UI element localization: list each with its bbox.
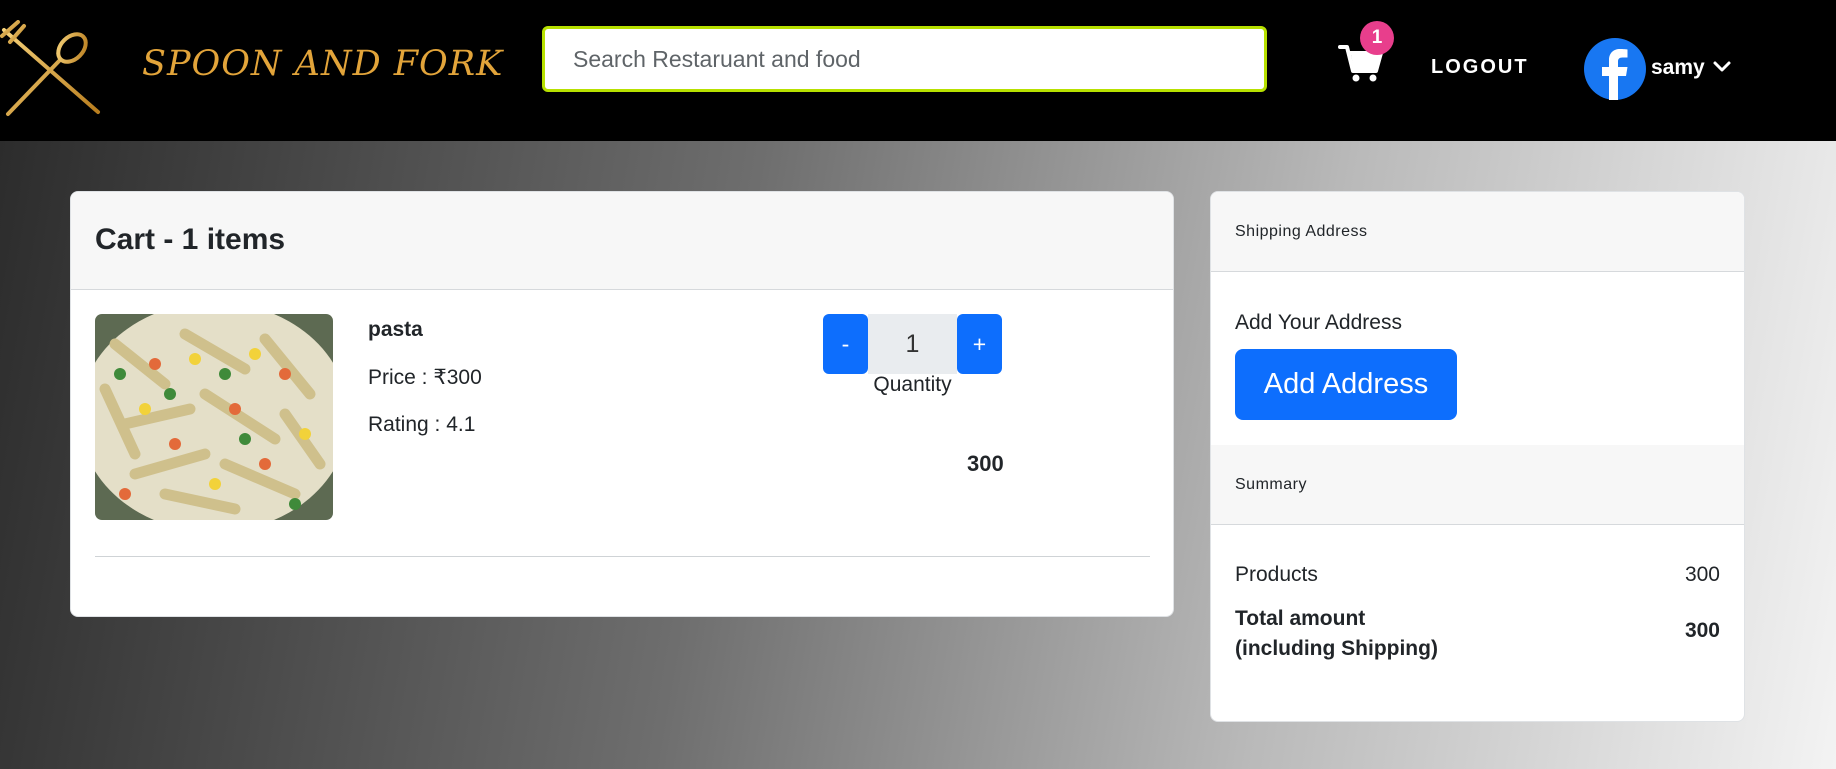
add-address-label: Add Your Address <box>1235 311 1402 334</box>
chevron-down-icon[interactable] <box>1711 58 1733 76</box>
product-price: Price : ₹300 <box>368 366 482 389</box>
total-amount-value: 300 <box>1684 619 1720 642</box>
shipping-address-header: Shipping Address <box>1211 192 1744 272</box>
decrease-quantity-button[interactable]: - <box>823 314 868 374</box>
checkout-panel: Shipping Address Add Your Address Add Ad… <box>1210 191 1745 722</box>
products-value: 300 <box>1684 563 1720 586</box>
quantity-label: Quantity <box>873 373 952 396</box>
divider <box>95 556 1150 557</box>
facebook-icon[interactable] <box>1584 38 1646 100</box>
cart-count-badge: 1 <box>1360 21 1394 55</box>
top-navbar: SPOON AND FORK 1 LOGOUT samy <box>0 0 1836 141</box>
product-image <box>95 314 333 520</box>
product-rating: Rating : 4.1 <box>368 413 476 436</box>
product-name: pasta <box>368 318 423 341</box>
search-input[interactable] <box>542 26 1267 92</box>
summary-header: Summary <box>1211 445 1744 525</box>
item-total: 300 <box>967 451 1004 476</box>
cart-title: Cart - 1 items <box>71 192 1173 290</box>
brand-name: SPOON AND FORK <box>142 44 504 84</box>
quantity-input[interactable] <box>868 314 957 374</box>
cart-card: Cart - 1 items pasta Price: ₹300 Rating… <box>70 191 1174 617</box>
logout-link[interactable]: LOGOUT <box>1431 56 1529 79</box>
spoon-and-fork-icon <box>0 20 100 116</box>
user-name[interactable]: samy <box>1651 56 1705 80</box>
total-amount-label: Total amount (including Shipping) <box>1235 607 1438 660</box>
add-address-button[interactable]: Add Address <box>1235 349 1457 420</box>
products-label: Products <box>1235 563 1318 586</box>
increase-quantity-button[interactable]: + <box>957 314 1002 374</box>
